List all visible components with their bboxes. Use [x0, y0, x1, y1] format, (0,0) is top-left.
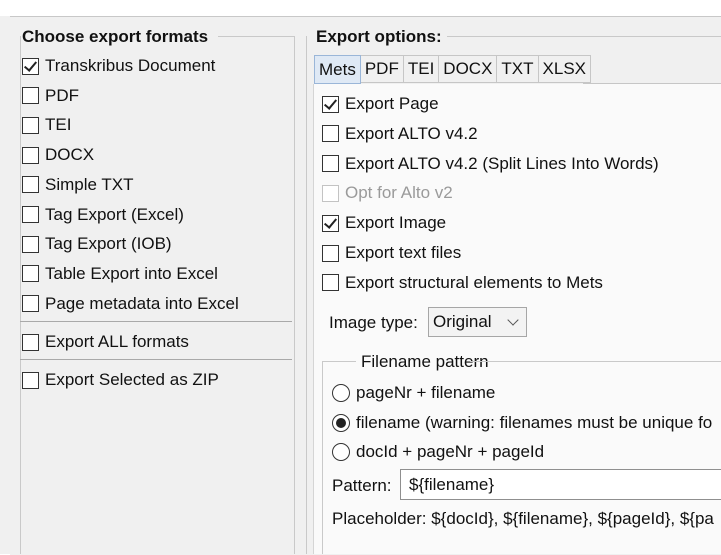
checkbox-box[interactable] — [22, 206, 39, 223]
format-checkbox[interactable]: Tag Export (IOB) — [22, 234, 172, 254]
format-label: PDF — [45, 85, 79, 105]
group-border-top-right — [447, 36, 721, 37]
filename-group-border-left — [322, 361, 323, 554]
checkbox-box[interactable] — [22, 87, 39, 105]
filename-radio-label: docId + pageNr + pageId — [356, 442, 545, 461]
mets-option-label: Export ALTO v4.2 (Split Lines Into Words… — [345, 153, 659, 173]
pattern-value: ${filename} — [409, 474, 495, 494]
format-checkbox[interactable]: DOCX — [22, 145, 94, 165]
format-label: Table Export into Excel — [45, 263, 218, 283]
filename-group-border-top-right — [470, 361, 721, 362]
export-zip-label: Export Selected as ZIP — [45, 370, 219, 389]
checkbox-box[interactable] — [322, 125, 339, 143]
group-border-top — [218, 36, 294, 37]
mets-option-checkbox[interactable]: Export structural elements to Mets — [322, 273, 603, 293]
window-left-edge — [0, 16, 10, 554]
group-border-right — [294, 36, 295, 554]
format-checkbox[interactable]: Page metadata into Excel — [22, 294, 239, 314]
mets-option-label: Export ALTO v4.2 — [345, 123, 478, 143]
format-checkbox[interactable]: TEI — [22, 115, 71, 135]
mets-option-checkbox[interactable]: Export Page — [322, 94, 439, 114]
checkbox-box[interactable] — [22, 176, 39, 194]
mets-option-checkbox[interactable]: Export text files — [322, 243, 461, 263]
checkbox-box[interactable] — [322, 214, 339, 232]
format-label: Tag Export (Excel) — [45, 204, 184, 224]
group-border-left — [20, 36, 21, 554]
checkbox-box[interactable] — [322, 155, 339, 173]
format-checkbox[interactable]: Transkribus Document — [22, 56, 215, 76]
format-label: Transkribus Document — [45, 56, 216, 75]
mets-option-checkbox[interactable]: Export ALTO v4.2 (Split Lines Into Words… — [322, 154, 659, 174]
mets-option-label: Export Image — [345, 213, 447, 233]
radio-button[interactable] — [332, 443, 350, 461]
image-type-select[interactable]: Original — [428, 307, 527, 337]
checkbox-box[interactable] — [22, 57, 39, 75]
separator-1 — [20, 321, 292, 322]
checkbox-box — [322, 184, 339, 202]
format-label: DOCX — [45, 145, 95, 165]
format-label: Simple TXT — [45, 174, 134, 194]
filename-radio-label: filename (warning: filenames must be uni… — [356, 412, 713, 432]
radio-button[interactable] — [332, 413, 350, 432]
image-type-label: Image type: — [329, 313, 418, 332]
tab-mets[interactable]: Mets — [314, 55, 361, 84]
window-top-edge — [0, 0, 721, 16]
checkbox-box[interactable] — [322, 274, 339, 292]
mets-option-label: Export text files — [345, 243, 462, 262]
export-options-title: Export options: — [316, 27, 442, 46]
checkbox-box[interactable] — [22, 146, 39, 164]
checkbox-box[interactable] — [22, 265, 39, 283]
placeholder-text: Placeholder: ${docId}, ${filename}, ${pa… — [332, 509, 714, 528]
checkbox-box[interactable] — [22, 295, 39, 313]
format-label: Tag Export (IOB) — [45, 234, 172, 254]
tab-docx[interactable]: DOCX — [439, 55, 498, 83]
pattern-label: Pattern: — [332, 476, 392, 495]
checkbox-box[interactable] — [22, 371, 39, 389]
filename-radio[interactable]: docId + pageNr + pageId — [332, 442, 544, 462]
export-all-checkbox[interactable]: Export ALL formats — [22, 332, 189, 352]
format-label: Page metadata into Excel — [45, 293, 239, 313]
checkbox-box[interactable] — [322, 244, 339, 262]
filename-radio[interactable]: pageNr + filename — [332, 383, 495, 403]
options-tab-bar: Mets PDF TEI DOCX TXT XLSX — [314, 55, 592, 84]
tab-xlsx[interactable]: XLSX — [538, 55, 592, 83]
format-checkbox[interactable]: PDF — [22, 86, 79, 106]
export-all-label: Export ALL formats — [45, 332, 189, 351]
mets-option-checkbox: Opt for Alto v2 — [322, 183, 453, 203]
format-label: TEI — [45, 115, 72, 135]
chevron-down-icon — [507, 314, 519, 326]
tab-pdf[interactable]: PDF — [360, 55, 404, 83]
tab-tei[interactable]: TEI — [403, 55, 440, 83]
mets-option-label: Opt for Alto v2 — [345, 183, 453, 203]
mets-option-checkbox[interactable]: Export ALTO v4.2 — [322, 124, 478, 144]
radio-button[interactable] — [332, 384, 350, 402]
checkbox-box[interactable] — [22, 116, 39, 134]
tab-txt[interactable]: TXT — [497, 55, 539, 83]
checkbox-box[interactable] — [22, 333, 39, 351]
image-type-value: Original — [433, 312, 492, 331]
filename-radio[interactable]: filename (warning: filenames must be uni… — [332, 413, 712, 433]
pattern-input[interactable]: ${filename} — [400, 469, 721, 500]
format-checkbox[interactable]: Simple TXT — [22, 175, 134, 195]
format-checkbox[interactable]: Tag Export (Excel) — [22, 205, 184, 225]
filename-group-border-top-left — [322, 361, 356, 362]
filename-pattern-title: Filename pattern — [361, 352, 489, 371]
separator-2 — [20, 359, 292, 360]
export-formats-title: Choose export formats — [22, 27, 209, 46]
mets-option-label: Export structural elements to Mets — [345, 272, 603, 292]
mets-option-checkbox[interactable]: Export Image — [322, 213, 446, 233]
group-border-left-right — [306, 36, 307, 554]
mets-option-label: Export Page — [345, 94, 439, 113]
checkbox-box[interactable] — [322, 95, 339, 113]
checkbox-box[interactable] — [22, 235, 39, 253]
export-zip-checkbox[interactable]: Export Selected as ZIP — [22, 370, 219, 390]
format-checkbox[interactable]: Table Export into Excel — [22, 264, 218, 284]
filename-radio-label: pageNr + filename — [356, 383, 496, 402]
